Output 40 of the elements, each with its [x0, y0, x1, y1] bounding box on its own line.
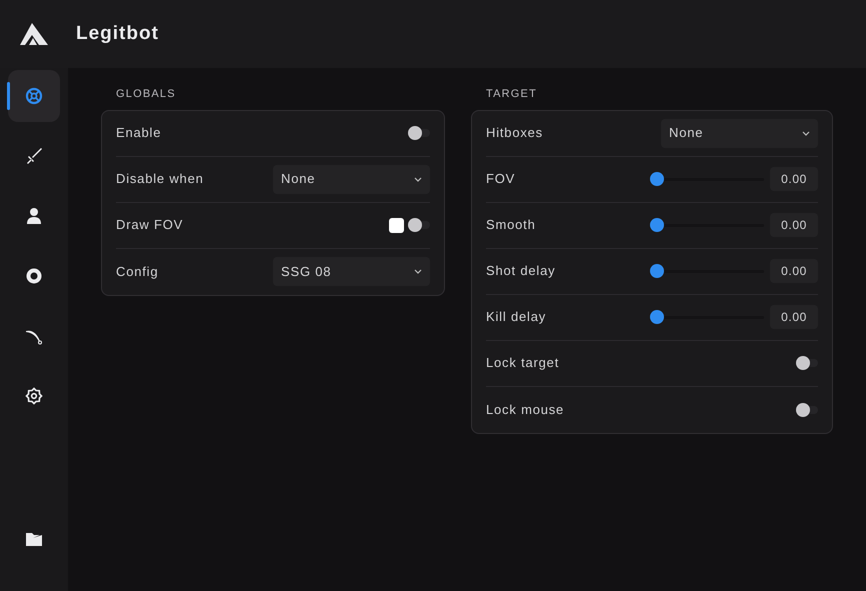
crosshair-icon — [25, 87, 43, 105]
dropdown[interactable]: SSG 08 — [273, 257, 430, 286]
chevron-down-icon — [802, 130, 810, 136]
chevron-down-icon — [414, 176, 422, 182]
section-title: GLOBALS — [116, 87, 177, 102]
toggle-switch[interactable] — [410, 221, 430, 229]
setting-label: Kill delay — [486, 308, 546, 326]
person-icon — [25, 207, 43, 225]
setting-label: Lock target — [486, 354, 560, 372]
toggle-switch[interactable] — [410, 129, 430, 137]
slider-thumb[interactable] — [650, 264, 664, 278]
setting-label: Disable when — [116, 170, 204, 188]
setting-label: Shot delay — [486, 262, 556, 280]
setting-label: Smooth — [486, 216, 536, 234]
setting-label: FOV — [486, 170, 516, 188]
setting-label: Lock mouse — [486, 400, 564, 419]
section-title: TARGET — [486, 87, 538, 102]
setting-label: Enable — [116, 124, 162, 142]
slider-thumb[interactable] — [650, 310, 664, 324]
page-title: Legitbot — [76, 22, 159, 46]
value-field[interactable]: 0.00 — [770, 213, 818, 237]
folder-icon — [25, 530, 43, 548]
toggle-switch[interactable] — [798, 406, 818, 414]
value-field[interactable]: 0.00 — [770, 167, 818, 191]
setting-label: Hitboxes — [486, 124, 543, 142]
dropdown[interactable]: None — [661, 118, 818, 148]
settings-icon — [25, 387, 43, 405]
value-field[interactable]: 0.00 — [770, 305, 818, 329]
sword-icon — [25, 147, 43, 165]
value-field[interactable]: 0.00 — [770, 259, 818, 283]
setting-label: Config — [116, 262, 158, 281]
slider-thumb[interactable] — [650, 172, 664, 186]
logo-icon — [20, 23, 48, 45]
toggle-switch[interactable] — [798, 359, 818, 367]
color-swatch[interactable] — [389, 218, 404, 232]
slider-thumb[interactable] — [650, 218, 664, 232]
setting-label: Draw FOV — [116, 216, 184, 234]
chevron-down-icon — [414, 269, 422, 274]
eye-icon — [25, 267, 43, 285]
dropdown[interactable]: None — [273, 164, 430, 194]
